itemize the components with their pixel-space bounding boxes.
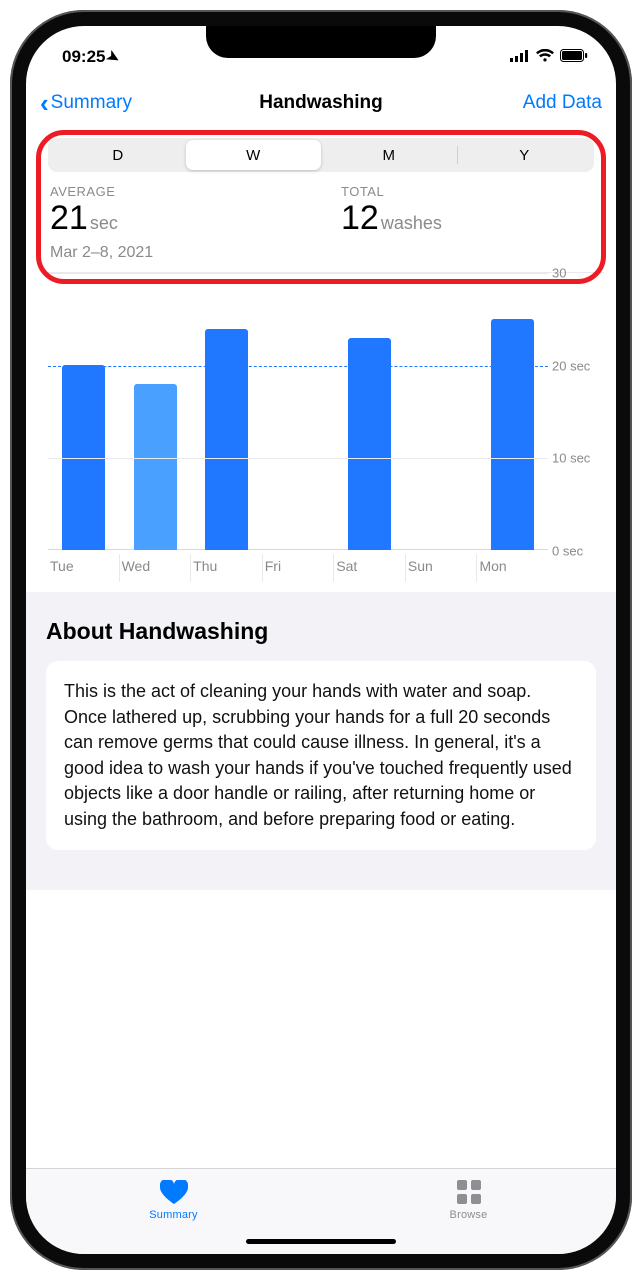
total-unit: washes — [381, 213, 442, 233]
total-label: TOTAL — [341, 184, 592, 199]
heart-icon — [159, 1179, 189, 1205]
power-button — [622, 290, 629, 400]
segment-d[interactable]: D — [50, 140, 186, 170]
y-tick-label: 30 — [552, 266, 604, 281]
x-tick-label: Tue — [48, 554, 119, 582]
x-tick-label: Sun — [405, 554, 477, 582]
x-tick-label: Sat — [333, 554, 405, 582]
average-unit: sec — [90, 213, 118, 233]
handwashing-chart[interactable]: TueWedThuFriSatSunMon 0 sec10 sec20 sec3… — [48, 272, 604, 582]
about-body: This is the act of cleaning your hands w… — [64, 681, 572, 829]
x-tick-label: Mon — [476, 554, 548, 582]
location-icon: ➤ — [104, 46, 124, 68]
y-tick-label: 10 sec — [552, 451, 604, 466]
average-value: 21 — [50, 199, 88, 237]
cellular-icon — [510, 47, 530, 67]
y-tick-label: 0 sec — [552, 544, 604, 559]
segment-w[interactable]: W — [186, 140, 322, 170]
screen: 09:25➤ ‹ Summary Handwashing Add D — [26, 26, 616, 1254]
bar-mon[interactable] — [491, 319, 534, 550]
bar-wed[interactable] — [134, 384, 177, 550]
total-stat: TOTAL 12washes — [341, 184, 592, 238]
content-area: DWMY AVERAGE 21sec TOTAL 12washes Mar 2–… — [26, 128, 616, 1168]
volume-up-button — [13, 260, 20, 332]
notch — [206, 26, 436, 58]
date-range: Mar 2–8, 2021 — [26, 244, 616, 272]
y-tick-label: 20 sec — [552, 358, 604, 373]
back-button[interactable]: ‹ Summary — [40, 90, 132, 116]
tab-summary-label: Summary — [149, 1209, 197, 1221]
time-range-segmented[interactable]: DWMY — [48, 138, 594, 172]
grid-icon — [454, 1179, 484, 1205]
average-label: AVERAGE — [50, 184, 301, 199]
average-stat: AVERAGE 21sec — [50, 184, 301, 238]
tab-browse-label: Browse — [450, 1209, 488, 1221]
about-card: This is the act of cleaning your hands w… — [46, 661, 596, 850]
status-time: 09:25➤ — [62, 47, 120, 67]
volume-down-button — [13, 350, 20, 422]
clock-label: 09:25 — [62, 47, 105, 66]
navigation-bar: ‹ Summary Handwashing Add Data — [26, 78, 616, 128]
home-indicator[interactable] — [246, 1239, 396, 1244]
back-label: Summary — [51, 92, 132, 114]
segment-m[interactable]: M — [321, 140, 457, 170]
x-tick-label: Wed — [119, 554, 191, 582]
segment-y[interactable]: Y — [457, 140, 593, 170]
bar-thu[interactable] — [205, 329, 248, 551]
battery-icon — [560, 47, 588, 67]
status-right — [510, 47, 588, 67]
about-heading: About Handwashing — [46, 618, 596, 645]
x-tick-label: Thu — [190, 554, 262, 582]
wifi-icon — [536, 47, 554, 67]
chevron-left-icon: ‹ — [40, 90, 49, 116]
add-data-button[interactable]: Add Data — [523, 92, 602, 114]
silence-switch — [14, 190, 20, 226]
summary-stats: AVERAGE 21sec TOTAL 12washes — [26, 172, 616, 244]
about-section: About Handwashing This is the act of cle… — [26, 592, 616, 890]
bar-sat[interactable] — [348, 338, 391, 550]
total-value: 12 — [341, 199, 379, 237]
x-tick-label: Fri — [262, 554, 334, 582]
phone-frame: 09:25➤ ‹ Summary Handwashing Add D — [10, 10, 632, 1270]
